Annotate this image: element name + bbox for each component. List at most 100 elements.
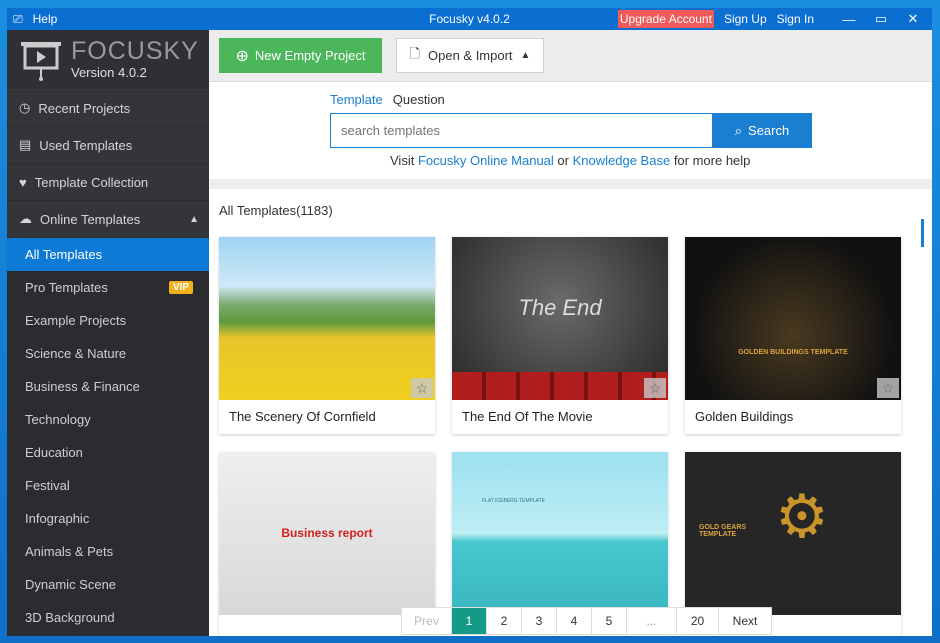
search-button[interactable]: ⌕ Search	[712, 113, 812, 148]
text: Visit	[390, 153, 415, 168]
sidebar-sub-item[interactable]: Festival	[7, 469, 209, 502]
vip-badge: VIP	[168, 281, 193, 294]
sidebar-item-recent-projects[interactable]: ◷ Recent Projects	[7, 90, 209, 127]
star-icon[interactable]: ☆	[411, 378, 433, 398]
knowledge-base-link[interactable]: Knowledge Base	[573, 153, 671, 168]
label: Recent Projects	[38, 100, 131, 116]
brand-name: FOCUSKY	[71, 37, 199, 65]
page-button[interactable]: 5	[592, 608, 627, 634]
new-empty-project-button[interactable]: ⊕ New Empty Project	[219, 38, 382, 73]
upgrade-account-button[interactable]: Upgrade Account	[617, 10, 714, 28]
pagination: Prev 1 2 3 4 5 ... 20 Next	[401, 607, 772, 635]
template-thumbnail: GOLD GEARS TEMPLATE ⚙	[685, 452, 901, 615]
page-ellipsis: ...	[627, 608, 677, 634]
title-bar: ⎚ Help Focusky v4.0.2 Upgrade Account Sig…	[7, 8, 932, 30]
toolbar: ⊕ New Empty Project 🗋 Open & Import ▲	[209, 30, 932, 82]
help-menu[interactable]: ⎚ Help	[7, 12, 57, 27]
page-button[interactable]: 1	[452, 608, 487, 634]
label: Used Templates	[39, 137, 133, 153]
online-manual-link[interactable]: Focusky Online Manual	[418, 153, 554, 168]
sidebar-sub-item[interactable]: Pro Templates VIP	[7, 271, 209, 304]
label: Search	[748, 123, 790, 138]
maximize-icon[interactable]: ▭	[870, 11, 892, 27]
templates-heading: All Templates(1183)	[219, 203, 333, 218]
sidebar-sub-item[interactable]: Education	[7, 436, 209, 469]
thumb-text: GOLD GEARS TEMPLATE	[699, 524, 747, 538]
sidebar-sub-item[interactable]: Example Projects	[7, 304, 209, 337]
prev-button[interactable]: Prev	[402, 608, 452, 634]
sign-in-link[interactable]: Sign In	[777, 12, 814, 26]
sidebar-sub-item[interactable]: Dynamic Scene	[7, 568, 209, 601]
sidebar-sub-item[interactable]: Animals & Pets	[7, 535, 209, 568]
label: New Empty Project	[254, 48, 366, 63]
search-input[interactable]	[330, 113, 712, 148]
label: Example Projects	[25, 313, 127, 328]
presentation-icon: ⎚	[13, 11, 23, 26]
main-panel: ⊕ New Empty Project 🗋 Open & Import ▲ Templ…	[209, 30, 932, 636]
thumb-text: The End	[518, 295, 602, 320]
template-title: Golden Buildings	[695, 409, 794, 424]
sidebar-sub-item[interactable]: All Templates	[7, 238, 209, 271]
next-button[interactable]: Next	[719, 608, 771, 634]
sidebar-sub-item[interactable]: Infographic	[7, 502, 209, 535]
tab-question[interactable]: Question	[393, 92, 445, 107]
label: Technology	[25, 412, 91, 427]
sidebar-sub-item[interactable]: 3D Background	[7, 601, 209, 634]
page-button[interactable]: 2	[487, 608, 522, 634]
sign-up-link[interactable]: Sign Up	[724, 12, 767, 26]
label: Infographic	[25, 511, 90, 526]
sidebar-sub-item[interactable]: Science & Nature	[7, 337, 209, 370]
caret-up-icon: ▲	[189, 213, 199, 225]
template-title: The Scenery Of Cornfield	[229, 409, 376, 424]
template-thumbnail: The End ☆	[452, 237, 668, 400]
logo: FOCUSKY Version 4.0.2	[7, 30, 209, 90]
template-thumbnail: GOLDEN BUILDINGS TEMPLATE ☆	[685, 237, 901, 400]
sidebar-item-template-collection[interactable]: ♥ Template Collection	[7, 164, 209, 201]
list-icon: ▤	[19, 137, 32, 152]
label: Online Templates	[40, 211, 141, 227]
help-label: Help	[32, 12, 58, 26]
template-card[interactable]: GOLDEN BUILDINGS TEMPLATE ☆ Golden Buildin…	[685, 237, 901, 434]
label: Dynamic Scene	[25, 577, 117, 592]
thumb-text: GOLDEN BUILDINGS TEMPLATE	[738, 349, 848, 356]
minimize-icon[interactable]: —	[838, 12, 860, 27]
sidebar-sub-item[interactable]: Technology	[7, 403, 209, 436]
close-icon[interactable]: ✕	[902, 11, 924, 27]
thumb-text: Business report	[281, 526, 373, 540]
label: Education	[25, 445, 83, 460]
caret-up-icon: ▲	[520, 50, 531, 61]
version-label: Version 4.0.2	[71, 65, 147, 80]
template-thumbnail: ☆	[219, 237, 435, 400]
sidebar-item-online-templates[interactable]: ☁ Online Templates ▲	[7, 201, 209, 238]
template-title: The End Of The Movie	[462, 409, 593, 424]
label: Business & Finance	[25, 379, 140, 394]
label: 3D Background	[25, 610, 115, 625]
template-thumbnail: FLAT ICEBERG TEMPLATE	[452, 452, 668, 615]
label: Pro Templates	[25, 280, 108, 295]
scrollbar[interactable]	[921, 219, 924, 247]
label: Animals & Pets	[25, 544, 114, 559]
open-import-button[interactable]: 🗋 Open & Import ▲	[396, 38, 544, 73]
template-card[interactable]: ☆ The Scenery Of Cornfield	[219, 237, 435, 434]
cloud-icon: ☁	[19, 211, 32, 226]
heart-folder-icon: ♥	[19, 174, 27, 190]
help-line: Visit Focusky Online Manual or Knowledge…	[390, 153, 932, 168]
tab-template[interactable]: Template	[330, 92, 383, 107]
search-icon: ⌕	[734, 122, 743, 138]
templates-area: All Templates(1183) ☆ The Scenery Of Corn…	[209, 189, 932, 636]
gears-icon: ⚙	[775, 483, 829, 550]
template-card[interactable]: The End ☆ The End Of The Movie	[452, 237, 668, 434]
search-area: Template Question ⌕ Search Visit Focusky O…	[209, 82, 932, 179]
page-button[interactable]: 4	[557, 608, 592, 634]
label: All Templates	[25, 247, 103, 262]
page-button[interactable]: 20	[677, 608, 719, 634]
app-window: ⎚ Help Focusky v4.0.2 Upgrade Account Sig…	[7, 8, 932, 636]
thumb-text: FLAT ICEBERG TEMPLATE	[482, 498, 545, 504]
star-icon[interactable]: ☆	[877, 378, 899, 398]
sidebar-item-used-templates[interactable]: ▤ Used Templates	[7, 127, 209, 164]
page-button[interactable]: 3	[522, 608, 557, 634]
clock-icon: ◷	[19, 100, 31, 115]
template-thumbnail: Business report	[219, 452, 435, 615]
sidebar-sub-item[interactable]: Business & Finance	[7, 370, 209, 403]
star-icon[interactable]: ☆	[644, 378, 666, 398]
